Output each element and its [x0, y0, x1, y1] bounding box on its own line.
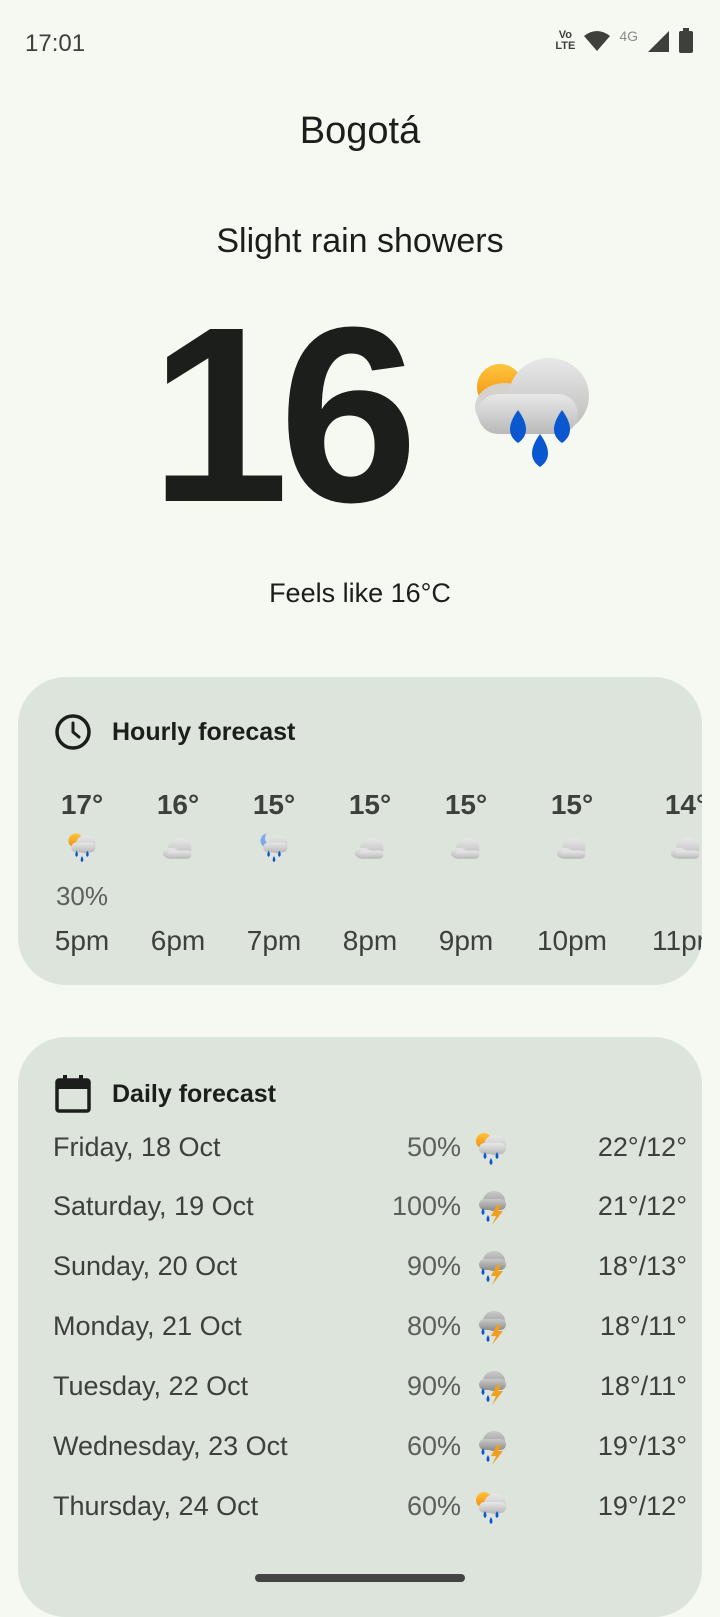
hourly-forecast-header: Hourly forecast [54, 713, 295, 751]
home-indicator[interactable] [255, 1574, 465, 1582]
hourly-item: 15° 7pm [224, 789, 324, 956]
hourly-forecast-title: Hourly forecast [112, 717, 296, 746]
daily-temps: 19°/12° [597, 1491, 687, 1521]
cloud-icon [554, 829, 590, 865]
hourly-item: 15° 10pm [522, 789, 622, 956]
hourly-time: 11pm [652, 925, 702, 956]
daily-precip-prob: 60% [406, 1491, 461, 1521]
current-temperature: 16 [150, 275, 418, 554]
wifi-icon [584, 31, 611, 51]
daily-precip-prob: 80% [406, 1311, 461, 1341]
daily-row[interactable]: Sunday, 20 Oct 90% 18°/13° [53, 1241, 687, 1291]
thunderstorm-icon [471, 1367, 511, 1407]
hourly-temp: 15° [348, 789, 392, 820]
daily-forecast-title: Daily forecast [112, 1079, 276, 1108]
hourly-item: 15° 8pm [320, 789, 420, 956]
sun-cloud-rain-icon [471, 1487, 511, 1527]
daily-date: Monday, 21 Oct [53, 1311, 242, 1341]
thunderstorm-icon [471, 1187, 511, 1227]
cloud-icon [160, 829, 196, 865]
status-bar: 17:01 Vo LTE 4G [0, 0, 720, 88]
feels-like: Feels like 16°C [269, 578, 451, 608]
daily-date: Thursday, 24 Oct [53, 1491, 259, 1521]
daily-date: Friday, 18 Oct [53, 1132, 221, 1162]
thunderstorm-icon [471, 1307, 511, 1347]
status-time: 17:01 [25, 30, 86, 57]
clock-icon [55, 714, 91, 750]
hourly-time: 8pm [342, 925, 398, 956]
daily-precip-prob: 60% [406, 1431, 461, 1461]
volte-icon: Vo LTE [555, 29, 576, 52]
daily-precip-prob: 90% [406, 1251, 461, 1281]
daily-temps: 18°/11° [599, 1371, 687, 1401]
daily-precip-prob: 50% [406, 1132, 461, 1162]
cloud-icon [668, 829, 702, 865]
hourly-forecast-card[interactable]: Hourly forecast 17° 30% 5pm 16° 6pm 15° … [18, 677, 702, 985]
moon-cloud-rain-icon [256, 829, 292, 865]
current-condition: Slight rain showers [216, 222, 504, 260]
daily-date: Saturday, 19 Oct [53, 1191, 254, 1221]
hourly-time: 6pm [150, 925, 206, 956]
daily-temps: 18°/13° [597, 1251, 687, 1281]
cell-signal-icon [648, 31, 669, 52]
battery-icon [679, 28, 693, 53]
sun-cloud-rain-icon [471, 1128, 511, 1168]
daily-precip-prob: 90% [406, 1371, 461, 1401]
hourly-item: 17° 30% 5pm [32, 789, 132, 956]
sun-cloud-rain-icon [64, 829, 100, 865]
hourly-item: 15° 9pm [416, 789, 516, 956]
daily-temps: 18°/11° [599, 1311, 687, 1341]
status-icons: Vo LTE 4G [555, 28, 694, 54]
hourly-time: 5pm [54, 925, 110, 956]
hourly-temp: 14° [664, 789, 702, 820]
daily-forecast-card[interactable]: Daily forecast Friday, 18 Oct 50% 22°/12… [18, 1037, 702, 1617]
daily-temps: 21°/12° [597, 1191, 687, 1221]
cloud-icon [448, 829, 484, 865]
daily-date: Tuesday, 22 Oct [53, 1371, 249, 1401]
daily-date: Sunday, 20 Oct [53, 1251, 238, 1281]
daily-precip-prob: 100% [391, 1191, 461, 1221]
hourly-temp: 15° [252, 789, 296, 820]
daily-temps: 19°/13° [597, 1431, 687, 1461]
hourly-time: 7pm [246, 925, 302, 956]
thunderstorm-icon [471, 1427, 511, 1467]
hourly-time: 10pm [536, 925, 608, 956]
hourly-item: 14° 11pm [636, 789, 702, 956]
calendar-icon [55, 1075, 91, 1113]
daily-temps: 22°/12° [597, 1132, 687, 1162]
daily-row[interactable]: Thursday, 24 Oct 60% 19°/12° [53, 1481, 687, 1531]
hourly-precip-prob: 30% [55, 881, 109, 911]
hourly-item: 16° 6pm [128, 789, 228, 956]
network-type-label: 4G [619, 28, 638, 44]
partly-cloudy-rain-icon [475, 358, 589, 467]
daily-date: Wednesday, 23 Oct [53, 1431, 288, 1461]
thunderstorm-icon [471, 1247, 511, 1287]
daily-row[interactable]: Monday, 21 Oct 80% 18°/11° [53, 1301, 687, 1351]
daily-row[interactable]: Tuesday, 22 Oct 90% 18°/11° [53, 1361, 687, 1411]
cloud-icon [352, 829, 388, 865]
hourly-temp: 15° [444, 789, 488, 820]
daily-forecast-header: Daily forecast [54, 1074, 276, 1114]
hourly-time: 9pm [438, 925, 494, 956]
hourly-temp: 16° [156, 789, 200, 820]
daily-row[interactable]: Saturday, 19 Oct 100% 21°/12° [53, 1181, 687, 1231]
daily-row[interactable]: Wednesday, 23 Oct 60% 19°/13° [53, 1421, 687, 1471]
hourly-temp: 17° [60, 789, 104, 820]
daily-row[interactable]: Friday, 18 Oct 50% 22°/12° [53, 1122, 687, 1172]
city-name: Bogotá [299, 110, 421, 152]
hourly-temp: 15° [550, 789, 594, 820]
